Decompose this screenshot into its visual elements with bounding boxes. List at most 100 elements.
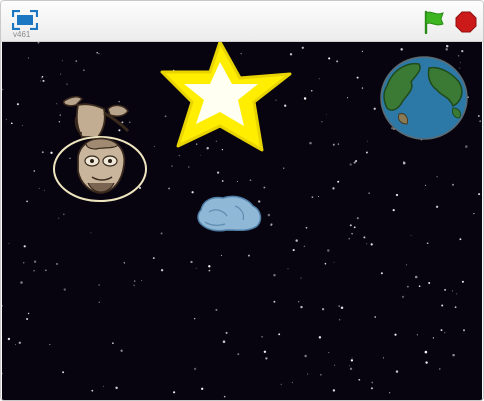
star-dot	[16, 103, 19, 106]
star-dot	[356, 76, 359, 79]
star-dot	[292, 249, 295, 252]
star-dot	[332, 389, 336, 392]
star-dot	[133, 284, 135, 287]
star-dot	[195, 267, 197, 269]
star-dot	[321, 308, 325, 311]
star-dot	[349, 367, 353, 370]
rock-sprite[interactable]	[195, 192, 265, 234]
star-dot	[332, 187, 335, 190]
astronaut-sprite[interactable]	[52, 95, 150, 207]
star-dot	[350, 359, 354, 362]
star-dot	[439, 368, 441, 370]
star-dot	[338, 319, 341, 321]
star-dot	[406, 285, 409, 288]
star-dot	[428, 281, 431, 285]
star-dot	[21, 124, 23, 127]
version-label: v461	[13, 30, 31, 39]
star-dot	[383, 357, 384, 359]
star-dot	[7, 337, 11, 341]
star-dot	[445, 44, 449, 48]
player-toolbar: v461	[1, 1, 483, 42]
star-dot	[221, 180, 224, 182]
star-dot	[112, 342, 114, 344]
star-dot	[152, 257, 155, 260]
star-dot	[33, 170, 36, 172]
star-dot	[20, 281, 23, 284]
green-flag-button[interactable]	[422, 10, 446, 35]
star-dot	[287, 268, 289, 270]
star-dot	[98, 301, 100, 303]
star-dot	[311, 196, 314, 199]
star-dot	[215, 308, 218, 311]
star-dot	[473, 212, 475, 215]
stop-button[interactable]	[455, 11, 477, 33]
star-dot	[418, 285, 421, 288]
star-dot	[380, 272, 383, 275]
star-dot	[304, 354, 307, 358]
star-dot	[273, 300, 276, 303]
star-dot	[307, 373, 309, 375]
star-dot	[26, 317, 29, 321]
star-dot	[27, 57, 29, 59]
star-dot	[83, 69, 85, 71]
star-dot	[451, 290, 453, 292]
star-dot	[44, 189, 46, 191]
fullscreen-button[interactable]	[11, 9, 39, 31]
star-dot	[340, 306, 344, 309]
star-dot	[160, 232, 163, 235]
star-sprite[interactable]	[158, 42, 298, 162]
star-dot	[265, 357, 268, 360]
star-dot	[190, 260, 193, 264]
star-dot	[37, 42, 40, 44]
star-dot	[309, 141, 312, 145]
star-dot	[96, 51, 99, 54]
star-dot	[338, 305, 341, 308]
star-dot	[349, 163, 352, 166]
star-dot	[310, 89, 313, 92]
project-player: v461	[0, 0, 484, 401]
star-dot	[153, 145, 155, 147]
star-dot	[26, 200, 29, 203]
earth-sprite[interactable]	[379, 56, 471, 142]
star-dot	[301, 46, 304, 49]
star-dot	[168, 187, 170, 190]
star-dot	[451, 183, 455, 186]
star-dot	[401, 295, 405, 298]
stop-icon	[455, 11, 477, 33]
star-dot	[217, 171, 220, 174]
star-dot	[134, 280, 136, 282]
star-dot	[432, 337, 435, 339]
star-dot	[349, 224, 352, 227]
star-dot	[102, 385, 104, 387]
star-dot	[263, 186, 266, 189]
star-dot	[318, 336, 322, 339]
star-dot	[267, 213, 271, 217]
star-dot	[305, 226, 308, 229]
star-dot	[5, 119, 7, 121]
star-dot	[353, 161, 356, 164]
star-dot	[291, 381, 293, 384]
star-dot	[349, 364, 350, 366]
star-dot	[320, 373, 322, 376]
star-dot	[445, 48, 448, 51]
star-dot	[461, 280, 464, 283]
star-dot	[441, 304, 444, 307]
star-dot	[361, 50, 364, 53]
star-dot	[300, 305, 303, 309]
star-dot	[363, 236, 366, 239]
stage[interactable]	[2, 42, 482, 400]
star-dot	[208, 265, 211, 268]
star-dot	[55, 262, 59, 266]
star-dot	[395, 370, 399, 373]
star-dot	[63, 288, 66, 291]
star-dot	[33, 260, 37, 263]
star-dot	[337, 180, 340, 183]
star-dot	[40, 77, 42, 79]
star-dot	[2, 372, 3, 375]
star-dot	[351, 357, 353, 359]
star-dot	[23, 262, 25, 264]
star-dot	[249, 179, 252, 182]
star-dot	[283, 167, 285, 169]
star-dot	[33, 269, 35, 272]
star-dot	[355, 159, 358, 163]
